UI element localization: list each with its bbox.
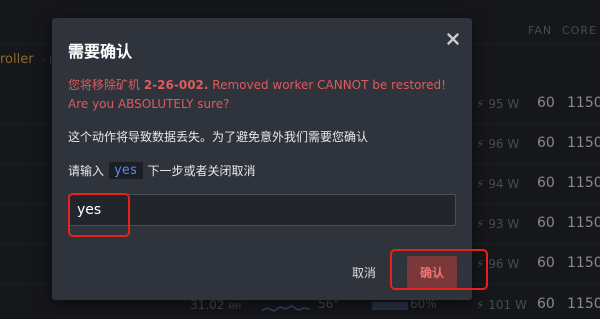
confirm-delete-dialog: 需要确认 您将移除矿机 2-26-002. Removed worker CAN… [52, 18, 472, 300]
close-icon[interactable] [440, 26, 466, 52]
cancel-button[interactable]: 取消 [352, 263, 376, 283]
warning-message: 您将移除矿机 2-26-002. Removed worker CANNOT b… [68, 78, 446, 111]
confirm-instructions: 请输入 yes 下一步或者关闭取消 [68, 162, 256, 179]
data-loss-notice: 这个动作将导致数据丢失。为了避免意外我们需要您确认 [68, 130, 369, 144]
worker-name: 2-26-002. [143, 78, 209, 92]
confirm-button[interactable]: 确认 [407, 256, 457, 288]
confirm-text-input[interactable] [68, 194, 456, 226]
confirm-keyword: yes [109, 162, 143, 179]
dialog-title: 需要确认 [68, 42, 133, 61]
